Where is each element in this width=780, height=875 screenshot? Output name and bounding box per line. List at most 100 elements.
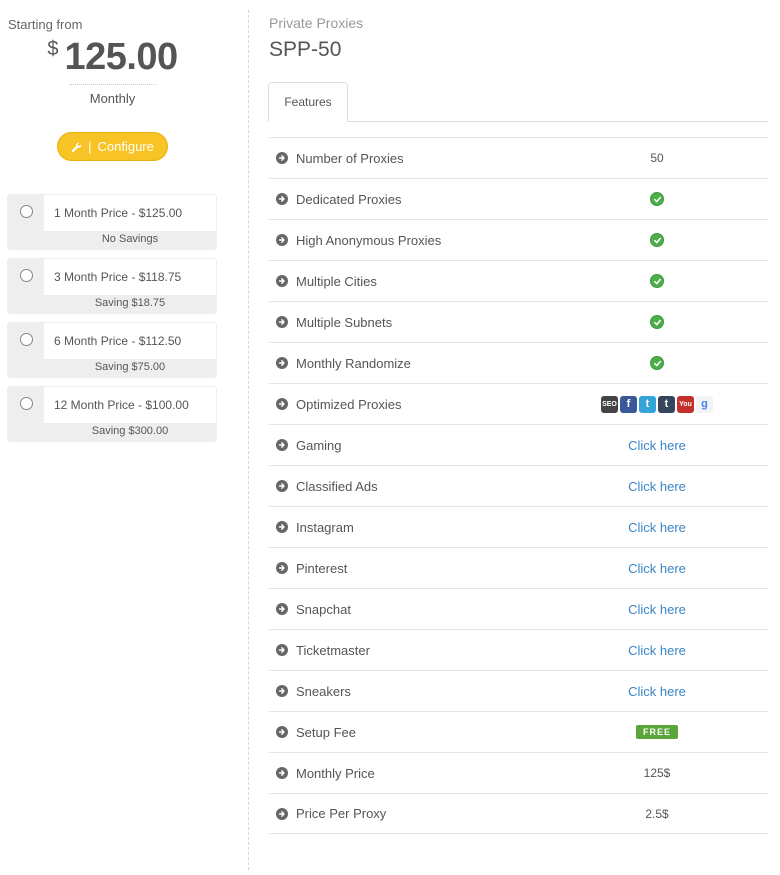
click-here-link[interactable]: Click here: [628, 561, 686, 576]
feature-label: Monthly Price: [296, 765, 375, 781]
arrow-circle-icon: [276, 398, 288, 410]
billing-option[interactable]: 3 Month Price - $118.75 Saving $18.75: [7, 258, 217, 314]
click-here-link[interactable]: Click here: [628, 438, 686, 453]
feature-label: Setup Fee: [296, 724, 356, 740]
billing-option-savings: Saving $18.75: [94, 297, 166, 309]
arrow-circle-icon: [276, 275, 288, 287]
arrow-circle-icon: [276, 603, 288, 615]
feature-value: [607, 315, 707, 329]
feature-row: Snapchat Click here: [269, 588, 768, 629]
feature-label: Sneakers: [296, 683, 351, 699]
feature-row: Multiple Cities: [269, 260, 768, 301]
feature-row: Number of Proxies 50: [269, 137, 768, 178]
price-divider: [70, 84, 156, 85]
billing-option[interactable]: 6 Month Price - $112.50 Saving $75.00: [7, 322, 217, 378]
feature-value: Click here: [607, 602, 707, 617]
product-category: Private Proxies: [269, 15, 364, 31]
feature-row: Optimized Proxies SEO f t t You g: [269, 383, 768, 424]
feature-label: Optimized Proxies: [296, 396, 402, 412]
feature-row: High Anonymous Proxies: [269, 219, 768, 260]
billing-option-label: 12 Month Price - $100.00: [44, 387, 216, 423]
billing-option-radio[interactable]: [20, 397, 33, 410]
feature-label: Multiple Subnets: [296, 314, 393, 330]
arrow-circle-icon: [276, 685, 288, 697]
feature-value: Click here: [607, 438, 707, 453]
feature-label: High Anonymous Proxies: [296, 232, 442, 248]
check-icon: [650, 192, 664, 206]
feature-label: Pinterest: [296, 560, 348, 576]
configure-label: Configure: [97, 139, 154, 154]
check-icon: [650, 233, 664, 247]
check-icon: [650, 274, 664, 288]
feature-value: Click here: [607, 479, 707, 494]
feature-row: Instagram Click here: [269, 506, 768, 547]
arrow-circle-icon: [276, 726, 288, 738]
feature-value: 125$: [643, 766, 671, 780]
feature-row: Pinterest Click here: [269, 547, 768, 588]
feature-value: SEO f t t You g: [601, 395, 713, 413]
billing-option[interactable]: 12 Month Price - $100.00 Saving $300.00: [7, 386, 217, 442]
check-icon: [650, 356, 664, 370]
wrench-icon: [71, 141, 82, 153]
arrow-circle-icon: [276, 521, 288, 533]
arrow-circle-icon: [276, 808, 288, 820]
product-title: SPP-50: [269, 38, 342, 61]
feature-value: Click here: [607, 561, 707, 576]
billing-option-radio[interactable]: [20, 205, 33, 218]
arrow-circle-icon: [276, 193, 288, 205]
click-here-link[interactable]: Click here: [628, 479, 686, 494]
google-icon: g: [696, 395, 713, 413]
billing-option[interactable]: 1 Month Price - $125.00 No Savings: [7, 194, 217, 250]
column-divider: [248, 10, 249, 870]
feature-label: Classified Ads: [296, 478, 378, 494]
facebook-icon: f: [620, 395, 637, 413]
arrow-circle-icon: [276, 357, 288, 369]
feature-value: 2.5$: [645, 806, 669, 821]
free-badge: FREE: [635, 725, 678, 739]
arrow-circle-icon: [276, 316, 288, 328]
feature-row: Gaming Click here: [269, 424, 768, 465]
billing-option-radio[interactable]: [20, 333, 33, 346]
click-here-link[interactable]: Click here: [628, 684, 686, 699]
seo-icon: SEO: [601, 395, 618, 413]
youtube-icon: You: [677, 395, 694, 413]
feature-value: Click here: [607, 684, 707, 699]
feature-value: [607, 233, 707, 247]
feature-label: Monthly Randomize: [296, 355, 411, 371]
feature-row: Classified Ads Click here: [269, 465, 768, 506]
price-display: $125.00: [0, 36, 225, 79]
features-table: Number of Proxies 50 Dedicated Proxies High…: [269, 137, 768, 834]
billing-option-savings: Saving $75.00: [94, 361, 166, 373]
click-here-link[interactable]: Click here: [628, 602, 686, 617]
currency-symbol: $: [47, 38, 59, 60]
feature-row: Monthly Price 125$: [269, 752, 768, 793]
feature-value: FREE: [607, 725, 707, 739]
tab-features[interactable]: Features: [268, 82, 348, 122]
billing-option-radio[interactable]: [20, 269, 33, 282]
feature-value: [607, 356, 707, 370]
billing-option-label: 3 Month Price - $118.75: [44, 259, 216, 295]
feature-value: [607, 192, 707, 206]
billing-option-label: 6 Month Price - $112.50: [44, 323, 216, 359]
arrow-circle-icon: [276, 480, 288, 492]
feature-row: Sneakers Click here: [269, 670, 768, 711]
feature-value: [607, 274, 707, 288]
billing-option-savings: Saving $300.00: [91, 425, 169, 437]
click-here-link[interactable]: Click here: [628, 520, 686, 535]
order-summary-panel: Starting from $125.00 Monthly | Configur…: [0, 0, 225, 875]
feature-row: Ticketmaster Click here: [269, 629, 768, 670]
feature-value: Click here: [607, 520, 707, 535]
check-icon: [650, 315, 664, 329]
billing-option-savings: No Savings: [101, 233, 159, 245]
feature-label: Number of Proxies: [296, 150, 404, 166]
feature-row: Dedicated Proxies: [269, 178, 768, 219]
twitter-icon: t: [639, 395, 656, 413]
feature-row: Monthly Randomize: [269, 342, 768, 383]
feature-label: Snapchat: [296, 601, 351, 617]
arrow-circle-icon: [276, 152, 288, 164]
arrow-circle-icon: [276, 767, 288, 779]
arrow-circle-icon: [276, 562, 288, 574]
click-here-link[interactable]: Click here: [628, 643, 686, 658]
configure-button[interactable]: | Configure: [57, 132, 168, 161]
feature-value: Click here: [607, 643, 707, 658]
